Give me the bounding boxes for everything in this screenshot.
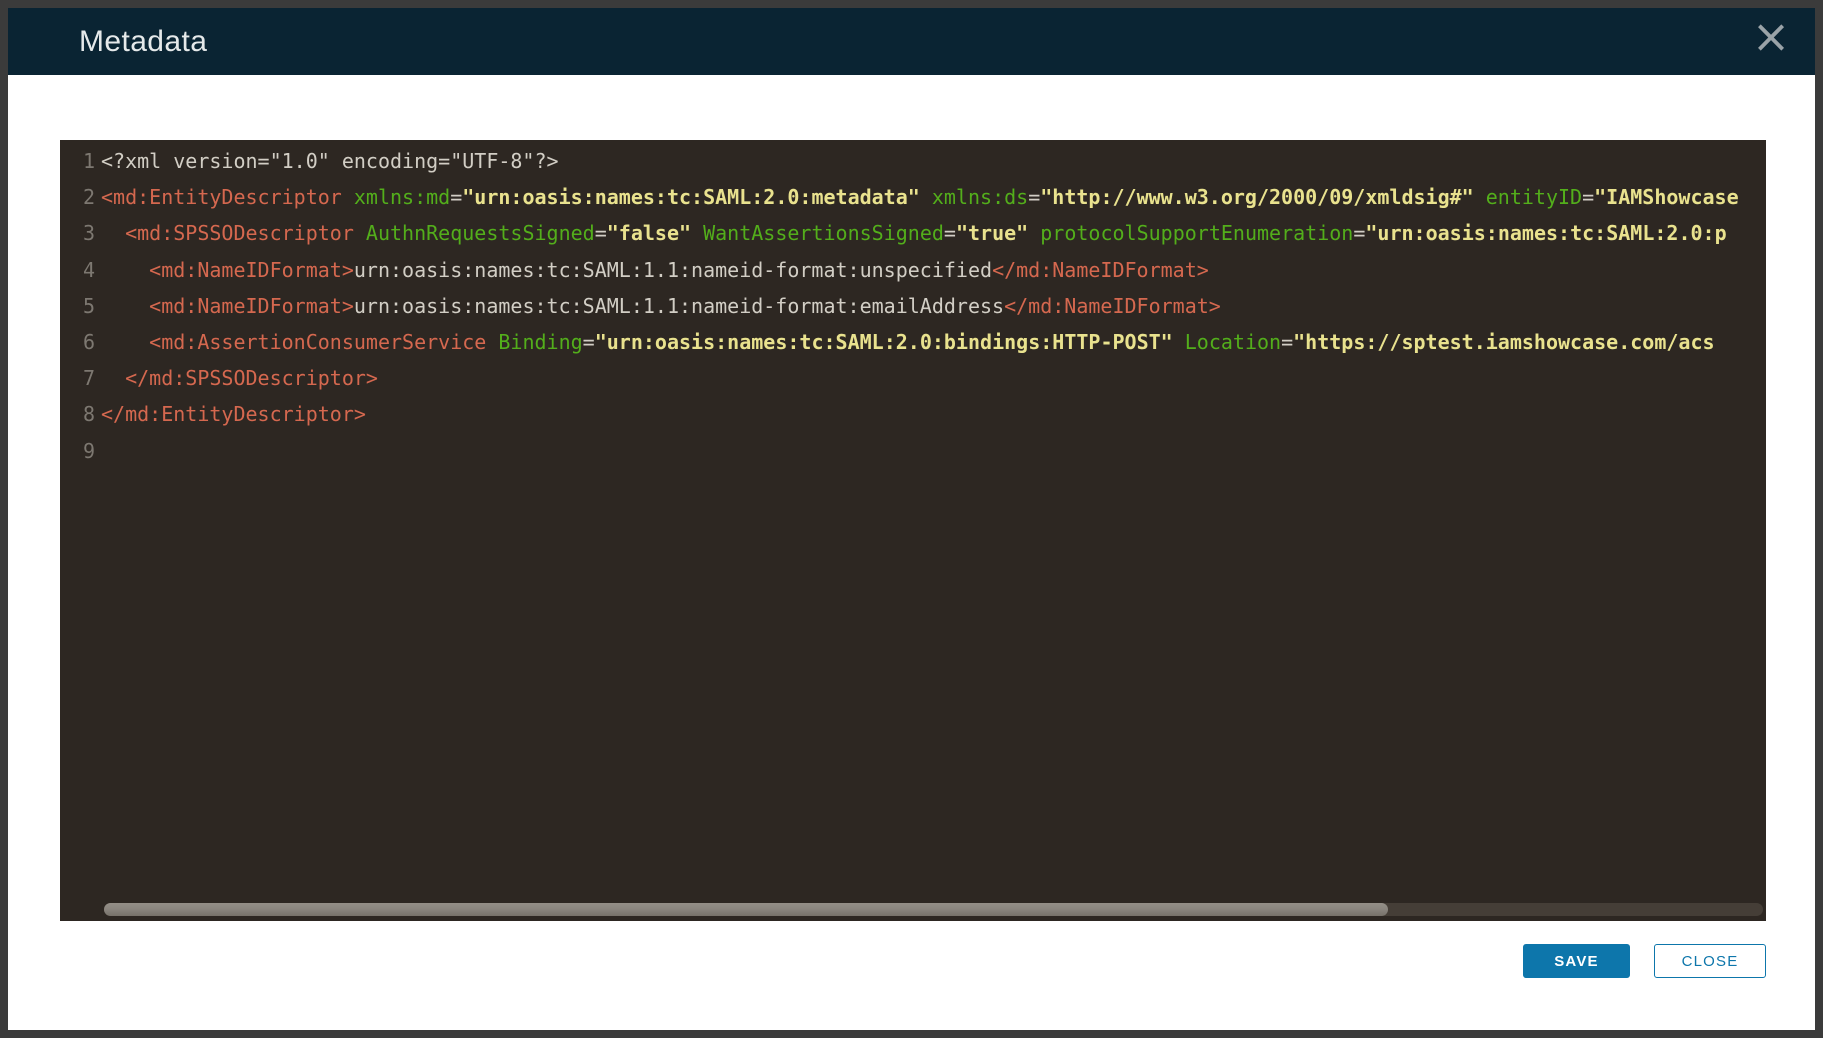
scrollbar-thumb[interactable] [104,903,1389,916]
code-text: <md:SPSSODescriptor AuthnRequestsSigned=… [125,221,1727,246]
code-line: 2 <md:EntityDescriptor xmlns:md="urn:oasi… [60,179,1766,215]
code-lines: 1 <?xml version="1.0" encoding="UTF-8"?> 2… [60,140,1766,469]
screen: Metadata × 1 <?xml version="1.0" encoding… [0,0,1823,1038]
horizontal-scrollbar[interactable] [104,903,1763,916]
code-text: <md:AssertionConsumerService Binding="ur… [149,330,1715,355]
code-text: <md:NameIDFormat>urn:oasis:names:tc:SAML… [149,293,1221,318]
close-icon[interactable]: × [1747,10,1795,62]
code-line: 3 <md:SPSSODescriptor AuthnRequestsSigne… [60,215,1766,251]
line-number: 1 [82,149,95,173]
close-button[interactable]: CLOSE [1654,944,1766,978]
line-number: 9 [82,438,95,463]
line-number: 8 [82,402,95,427]
line-number: 6 [82,330,95,355]
code-text: <md:EntityDescriptor xmlns:md="urn:oasis… [101,185,1739,210]
code-text: </md:SPSSODescriptor> [125,366,378,391]
metadata-code-editor[interactable]: 1 <?xml version="1.0" encoding="UTF-8"?> 2… [60,140,1766,921]
modal-header: Metadata × [8,8,1815,75]
code-line: 9 [60,433,1766,469]
code-line: 8 </md:EntityDescriptor> [60,396,1766,432]
modal-title: Metadata [79,24,208,58]
code-line: 7 </md:SPSSODescriptor> [60,360,1766,396]
code-line: 1 <?xml version="1.0" encoding="UTF-8"?> [60,143,1766,179]
line-number: 4 [82,257,95,282]
save-button[interactable]: SAVE [1523,944,1630,978]
line-number: 3 [82,221,95,246]
code-line: 5 <md:NameIDFormat>urn:oasis:names:tc:SA… [60,288,1766,324]
line-number: 7 [82,366,95,391]
modal-footer: SAVE CLOSE [8,944,1766,978]
code-text: </md:EntityDescriptor> [101,402,366,427]
code-line: 4 <md:NameIDFormat>urn:oasis:names:tc:SA… [60,252,1766,288]
line-number: 2 [82,185,95,210]
code-text: <md:NameIDFormat>urn:oasis:names:tc:SAML… [149,257,1209,282]
line-number: 5 [82,293,95,318]
metadata-modal: Metadata × 1 <?xml version="1.0" encoding… [8,8,1815,1030]
code-line: 6 <md:AssertionConsumerService Binding="… [60,324,1766,360]
code-text: <?xml version="1.0" encoding="UTF-8"?> [101,149,559,173]
